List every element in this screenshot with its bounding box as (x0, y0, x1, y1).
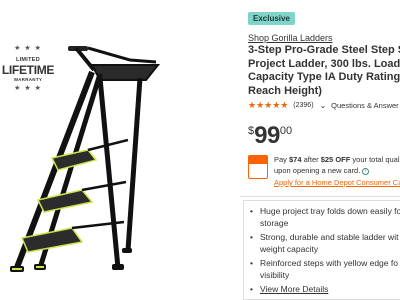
promo-pay-amount: $74 (289, 155, 302, 164)
promo-line-1: Pay $74 after $25 OFF your total quali (274, 154, 400, 165)
promo-after-text: after (301, 155, 321, 164)
price: $9900 (248, 122, 292, 150)
promo-rest-text: your total quali (350, 155, 400, 164)
product-image-area[interactable]: ★ ★ ★ LIMITED LIFETIME WARRANTY ★ ★ ★ (0, 0, 240, 300)
product-title-line: 3-Step Pro-Grade Steel Step S (248, 44, 400, 56)
price-cents: 00 (279, 125, 293, 137)
features-box: • Huge project tray folds down easily fo … (243, 200, 400, 300)
ladder-image (10, 46, 161, 272)
credit-card-icon (248, 155, 268, 179)
promo-line-2-text: upon opening a new card. (274, 166, 361, 175)
exclusive-badge: Exclusive (248, 12, 295, 25)
review-count[interactable]: (2396) (293, 102, 313, 109)
product-details: Exclusive Shop Gorilla Ladders 3-Step Pr… (240, 0, 400, 300)
feature-item: • Strong, durable and stable ladder wit w… (250, 232, 399, 254)
feature-item: • Huge project tray folds down easily fo … (250, 206, 400, 228)
feature-item: • Reinforced steps with yellow edge fo vi… (250, 258, 398, 280)
view-more-bullet: • (250, 284, 253, 294)
price-whole: 99 (254, 122, 280, 149)
brand-link[interactable]: Shop Gorilla Ladders (248, 33, 333, 43)
questions-answers-link[interactable]: Questions & Answer (331, 101, 399, 110)
promo-line-2: upon opening a new card. i (274, 165, 400, 176)
product-title-line: Reach Height) (248, 84, 322, 97)
feature-text: Huge project tray folds down easily fo s… (260, 206, 400, 228)
apply-card-link[interactable]: Apply for a Home Depot Consumer Ca (274, 178, 400, 187)
features-list: • Huge project tray folds down easily fo … (248, 205, 400, 283)
product-title: 3-Step Pro-Grade Steel Step S Project La… (248, 44, 400, 98)
promo-text: Pay $74 after $25 OFF your total quali u… (274, 154, 400, 176)
promo-off-amount: $25 OFF (320, 155, 351, 164)
info-icon[interactable]: i (362, 167, 370, 175)
view-more-details-link[interactable]: View More Details (260, 284, 328, 294)
rating-stars[interactable]: ★★★★★ (248, 100, 288, 110)
chevron-down-icon[interactable]: ⌄ (319, 101, 326, 110)
promo-pay-prefix: Pay (274, 155, 290, 164)
product-title-line: Capacity Type IA Duty Rating ( (248, 71, 400, 83)
feature-text: Reinforced steps with yellow edge fo vis… (260, 258, 398, 280)
section-divider (240, 196, 400, 197)
rating-row: ★★★★★ (2396) ⌄ Questions & Answer (248, 100, 399, 110)
product-title-line: Project Ladder, 300 lbs. Load (248, 57, 400, 70)
price-dollar-sign: $ (248, 125, 255, 137)
feature-text: Strong, durable and stable ladder wit we… (260, 232, 399, 254)
